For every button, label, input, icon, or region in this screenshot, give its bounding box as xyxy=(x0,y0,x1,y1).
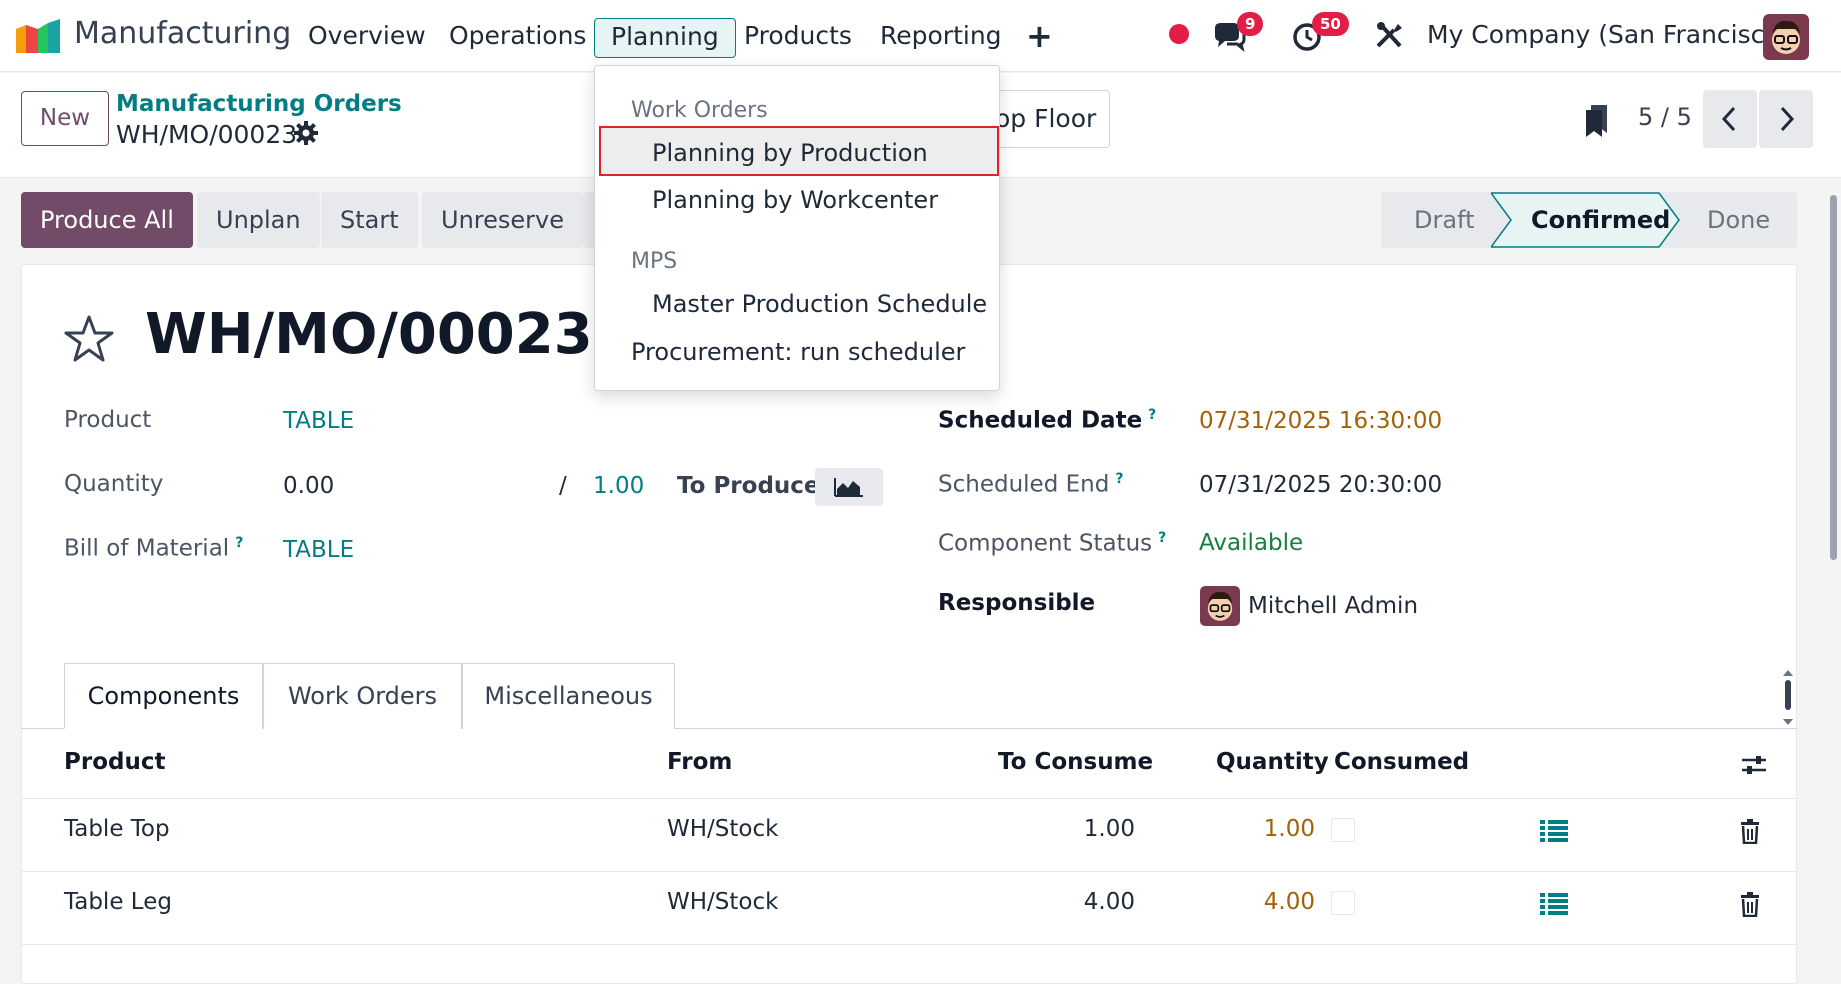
debug-tools-icon[interactable] xyxy=(1372,18,1408,54)
bom-label: Bill of Material? xyxy=(64,535,244,562)
row-from[interactable]: WH/Stock xyxy=(667,816,778,842)
row-product[interactable]: Table Top xyxy=(64,816,170,842)
tab-scroll-indicator[interactable] xyxy=(1783,670,1793,725)
quantity-to-produce-field[interactable]: 1.00 xyxy=(593,473,644,499)
top-navbar: Manufacturing Overview Operations Planni… xyxy=(0,0,1841,72)
optional-columns-icon[interactable] xyxy=(1740,752,1768,778)
area-chart-icon xyxy=(834,478,863,497)
status-done[interactable]: Done xyxy=(1707,192,1770,248)
nav-operations[interactable]: Operations xyxy=(433,18,602,58)
app-title[interactable]: Manufacturing xyxy=(74,16,291,51)
nav-products[interactable]: Products xyxy=(728,18,868,58)
responsible-field[interactable]: Mitchell Admin xyxy=(1248,593,1418,619)
nav-overview[interactable]: Overview xyxy=(292,18,442,58)
forecast-report-button[interactable] xyxy=(815,468,883,506)
col-from[interactable]: From xyxy=(667,749,732,775)
messages-count-badge: 9 xyxy=(1237,12,1264,36)
product-label: Product xyxy=(64,407,152,433)
to-produce-label: To Produce xyxy=(677,473,820,499)
row-divider xyxy=(21,944,1797,945)
menu-planning-by-production[interactable]: Planning by Production xyxy=(652,139,928,167)
scheduled-date-label: Scheduled Date? xyxy=(938,407,1157,434)
produce-all-button[interactable]: Produce All xyxy=(21,192,193,248)
unreserve-button[interactable]: Unreserve xyxy=(422,192,583,248)
menu-master-production-schedule[interactable]: Master Production Schedule xyxy=(652,290,987,318)
nav-planning[interactable]: Planning xyxy=(594,18,736,58)
table-row[interactable] xyxy=(21,872,1797,944)
user-avatar[interactable] xyxy=(1763,14,1809,60)
col-quantity[interactable]: Quantity xyxy=(1216,749,1329,775)
chevron-left-icon xyxy=(1721,106,1736,132)
star-icon[interactable] xyxy=(62,313,116,367)
detailed-operations-icon[interactable] xyxy=(1540,892,1568,916)
menu-planning-by-workcenter[interactable]: Planning by Workcenter xyxy=(652,186,938,214)
add-menu-button[interactable]: + xyxy=(1010,18,1069,58)
start-button[interactable]: Start xyxy=(321,192,418,248)
tab-components[interactable]: Components xyxy=(64,663,263,729)
nav-reporting[interactable]: Reporting xyxy=(864,18,1018,58)
row-quantity[interactable]: 1.00 xyxy=(1240,816,1315,842)
bom-field[interactable]: TABLE xyxy=(283,537,354,563)
trash-icon[interactable] xyxy=(1739,891,1761,917)
menu-procurement-run-scheduler[interactable]: Procurement: run scheduler xyxy=(631,338,965,366)
company-switcher[interactable]: My Company (San Francisco) xyxy=(1427,20,1789,49)
bookmark-icon[interactable] xyxy=(1583,103,1611,137)
col-consumed[interactable]: Consumed xyxy=(1334,749,1469,775)
col-product[interactable]: Product xyxy=(64,749,165,775)
breadcrumb-current-record: WH/MO/00023 xyxy=(116,120,298,149)
pager-value[interactable]: 5 / 5 xyxy=(1638,103,1692,131)
col-to-consume[interactable]: To Consume xyxy=(998,749,1153,775)
product-field[interactable]: TABLE xyxy=(283,408,354,434)
pager-next-button[interactable] xyxy=(1759,90,1813,148)
activities-count-badge: 50 xyxy=(1312,12,1349,36)
responsible-avatar[interactable] xyxy=(1200,586,1240,626)
status-draft[interactable]: Draft xyxy=(1414,192,1475,248)
table-row[interactable] xyxy=(21,799,1797,871)
row-consumed-checkbox[interactable] xyxy=(1331,891,1355,915)
row-quantity[interactable]: 4.00 xyxy=(1240,889,1315,915)
component-status-label: Component Status? xyxy=(938,530,1167,557)
planning-dropdown-menu: Work Orders Planning by Production Plann… xyxy=(594,65,1000,391)
record-title: WH/MO/00023 xyxy=(145,302,593,367)
dropdown-section-mps: MPS xyxy=(631,249,678,274)
row-from[interactable]: WH/Stock xyxy=(667,889,778,915)
quantity-separator: / xyxy=(559,473,567,499)
responsible-label: Responsible xyxy=(938,590,1096,616)
component-status-value: Available xyxy=(1199,530,1304,556)
quantity-label: Quantity xyxy=(64,471,164,497)
trash-icon[interactable] xyxy=(1739,818,1761,844)
scheduled-end-field[interactable]: 07/31/2025 20:30:00 xyxy=(1199,472,1442,498)
pager-previous-button[interactable] xyxy=(1703,90,1757,148)
detailed-operations-icon[interactable] xyxy=(1540,819,1568,843)
quantity-produced-field[interactable]: 0.00 xyxy=(283,473,334,499)
breadcrumb-manufacturing-orders[interactable]: Manufacturing Orders xyxy=(116,91,402,117)
row-product[interactable]: Table Leg xyxy=(64,889,172,915)
scheduled-date-field[interactable]: 07/31/2025 16:30:00 xyxy=(1199,408,1442,434)
dropdown-section-work-orders: Work Orders xyxy=(631,98,768,123)
chevron-right-icon xyxy=(1780,106,1795,132)
row-to-consume[interactable]: 4.00 xyxy=(1060,889,1135,915)
gear-icon[interactable] xyxy=(293,120,319,146)
page-scrollbar-thumb[interactable] xyxy=(1830,195,1837,560)
row-to-consume[interactable]: 1.00 xyxy=(1060,816,1135,842)
scheduled-end-label: Scheduled End? xyxy=(938,471,1124,498)
row-consumed-checkbox[interactable] xyxy=(1331,818,1355,842)
new-button[interactable]: New xyxy=(21,91,109,146)
unplan-button[interactable]: Unplan xyxy=(197,192,320,248)
tab-miscellaneous[interactable]: Miscellaneous xyxy=(462,663,675,729)
recording-indicator-icon[interactable] xyxy=(1169,24,1189,44)
manufacturing-app-icon[interactable] xyxy=(16,19,60,53)
status-bar: Draft Confirmed Done xyxy=(1381,192,1797,248)
status-confirmed[interactable]: Confirmed xyxy=(1531,192,1670,248)
tab-work-orders[interactable]: Work Orders xyxy=(263,663,462,729)
